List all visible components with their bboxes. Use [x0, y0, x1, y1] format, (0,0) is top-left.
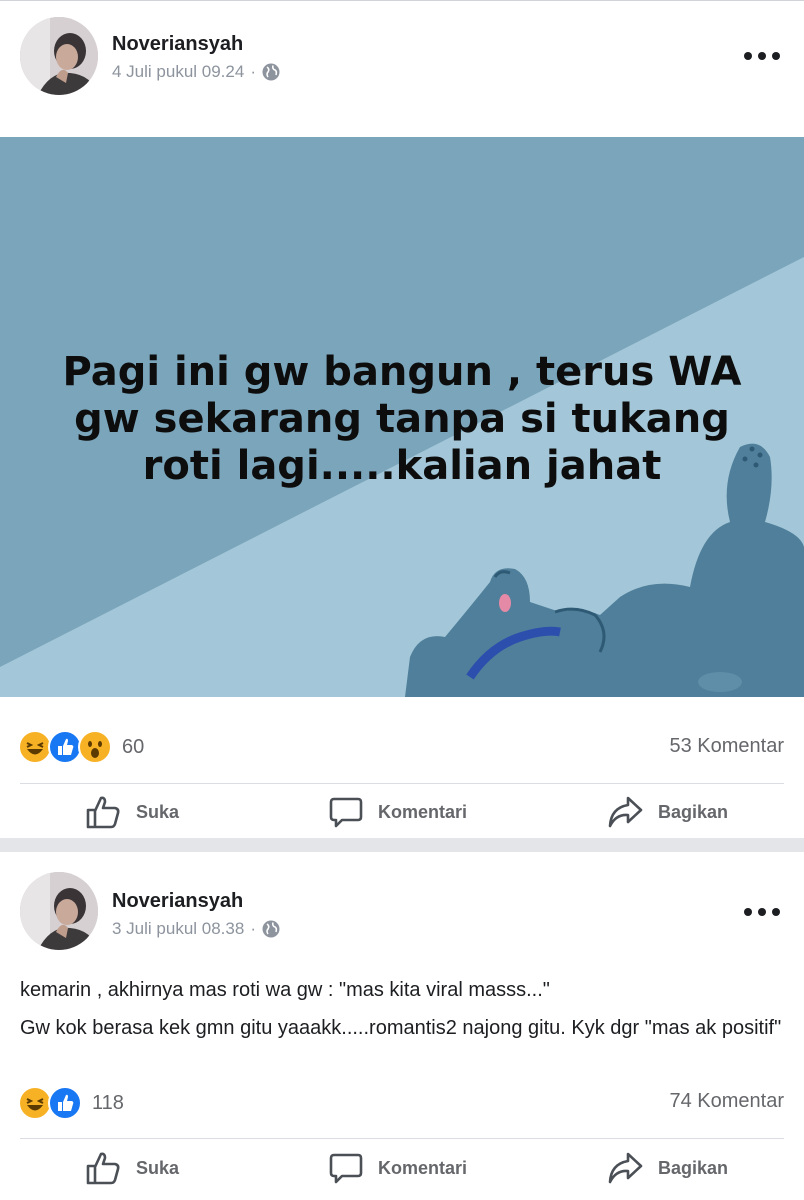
background-post-text: Pagi ini gw bangun , terus WA gw sekaran…	[62, 349, 742, 489]
post-header: Noveriansyah 3 Juli pukul 08.38 ·	[0, 852, 804, 982]
like-label: Suka	[136, 801, 180, 822]
reaction-summary[interactable]: 60	[18, 730, 144, 764]
background-post[interactable]: Pagi ini gw bangun , terus WA gw sekaran…	[0, 137, 804, 697]
share-label: Bagikan	[658, 801, 729, 822]
post-header: Noveriansyah 4 Juli pukul 09.24 ·	[0, 1, 804, 131]
like-label: Suka	[136, 1157, 180, 1178]
comment-label: Komentari	[378, 801, 468, 822]
share-button[interactable]: Bagikan	[606, 1138, 728, 1198]
dot-icon	[772, 908, 780, 916]
post-meta: 3 Juli pukul 08.38 ·	[112, 919, 280, 939]
share-icon	[608, 1152, 643, 1184]
like-button[interactable]: Suka	[84, 1138, 179, 1198]
avatar[interactable]	[20, 872, 98, 950]
more-options-button[interactable]	[744, 905, 780, 919]
wow-reaction-icon	[78, 730, 112, 764]
share-icon	[608, 796, 643, 828]
like-button[interactable]: Suka	[84, 782, 179, 842]
post-card: Noveriansyah 4 Juli pukul 09.24 · Pagi i…	[0, 0, 804, 838]
comment-icon	[329, 797, 363, 828]
comment-button[interactable]: Komentari	[328, 782, 467, 842]
reaction-summary[interactable]: 118	[18, 1086, 124, 1120]
globe-icon	[262, 920, 280, 938]
author-name[interactable]: Noveriansyah	[112, 890, 243, 913]
comment-count[interactable]: 53 Komentar	[669, 735, 784, 758]
timestamp[interactable]: 4 Juli pukul 09.24	[112, 62, 244, 82]
haha-reaction-icon	[18, 1086, 52, 1120]
post-actions: Suka Komentari Bagikan	[0, 782, 804, 842]
post-text-line: Gw kok berasa kek gmn gitu yaaakk.....ro…	[20, 1017, 782, 1039]
reaction-count: 118	[92, 1091, 124, 1114]
post-meta: 4 Juli pukul 09.24 ·	[112, 62, 280, 82]
share-button[interactable]: Bagikan	[606, 782, 728, 842]
comment-count[interactable]: 74 Komentar	[669, 1090, 784, 1113]
dot-icon	[744, 908, 752, 916]
like-reaction-icon	[48, 730, 82, 764]
thumbs-up-icon	[86, 796, 120, 829]
post-card: Noveriansyah 3 Juli pukul 08.38 · kemari…	[0, 852, 804, 1200]
reaction-count: 60	[122, 735, 145, 758]
globe-icon	[262, 63, 280, 81]
dot-icon	[772, 52, 780, 60]
dot-icon	[758, 52, 766, 60]
share-label: Bagikan	[658, 1157, 729, 1178]
more-options-button[interactable]	[744, 49, 780, 63]
comment-label: Komentari	[378, 1157, 468, 1178]
comment-button[interactable]: Komentari	[328, 1138, 467, 1198]
like-reaction-icon	[48, 1086, 82, 1120]
avatar[interactable]	[20, 17, 98, 95]
post-text-line: kemarin , akhirnya mas roti wa gw : "mas…	[20, 979, 550, 1001]
feed-separator	[0, 838, 804, 852]
comment-icon	[329, 1153, 363, 1184]
haha-reaction-icon	[18, 730, 52, 764]
timestamp[interactable]: 3 Juli pukul 08.38	[112, 919, 244, 939]
dot-icon	[744, 52, 752, 60]
author-name[interactable]: Noveriansyah	[112, 33, 243, 56]
separator: ·	[250, 62, 256, 81]
thumbs-up-icon	[86, 1152, 120, 1185]
post-actions: Suka Komentari Bagikan	[0, 1138, 804, 1198]
dot-icon	[758, 908, 766, 916]
separator: ·	[250, 919, 256, 938]
